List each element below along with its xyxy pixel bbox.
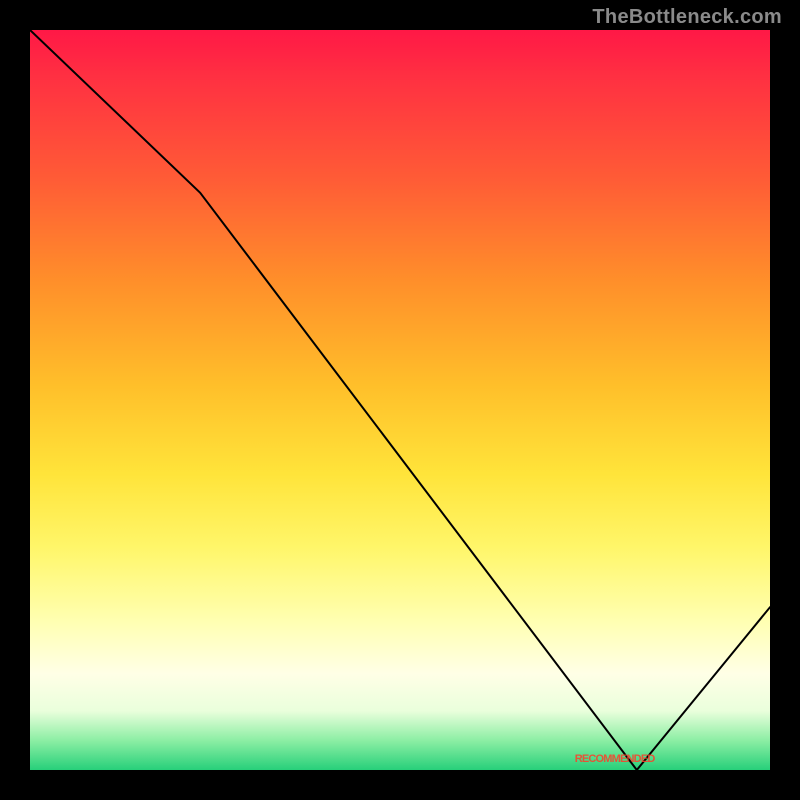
plot-area: RECOMMENDED xyxy=(30,30,770,770)
recommended-annotation: RECOMMENDED xyxy=(575,753,655,765)
chart-polyline xyxy=(30,30,770,770)
chart-stage: TheBottleneck.com RECOMMENDED xyxy=(0,0,800,800)
watermark-text: TheBottleneck.com xyxy=(592,6,782,29)
chart-line-layer xyxy=(30,30,770,770)
